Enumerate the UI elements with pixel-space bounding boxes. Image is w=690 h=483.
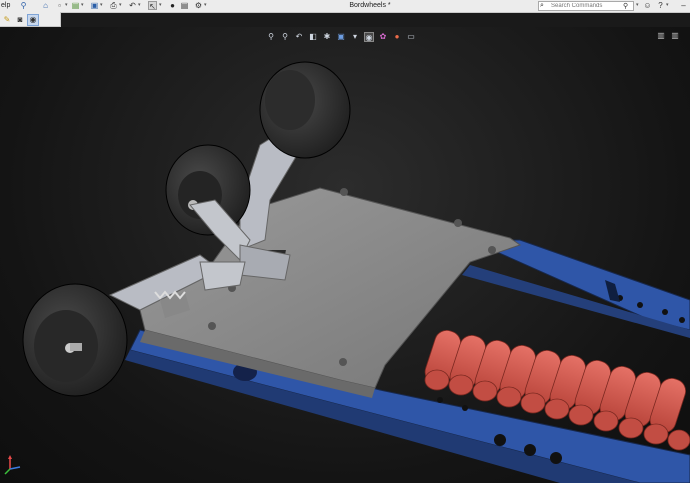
frame-right-rail (462, 239, 690, 338)
hide-show-icon[interactable]: ◉ (364, 32, 374, 42)
viewport-controls: ▥ ▥ (657, 31, 679, 40)
save-icon[interactable]: ▣ (90, 1, 99, 10)
title-bar: elp ⚲ ⌂ ▫ ▾ ▤ ▾ ▣ ▾ ⎙ ▾ ↶ ▾ ↖ ▾ ● ▤ ⚙ ▾ … (0, 0, 690, 13)
maximize-icon[interactable]: ▥ (671, 31, 679, 40)
chevron-down-icon[interactable]: ▾ (159, 2, 162, 8)
secondary-toolbar: ✎ ◙ ◉ (0, 12, 61, 27)
pin-icon[interactable]: ⚲ (19, 1, 28, 10)
view-settings-icon[interactable]: ▭ (406, 32, 416, 42)
cad-model[interactable] (0, 27, 690, 483)
view-orientation-icon[interactable]: ▣ (336, 32, 346, 42)
user-icon[interactable]: ☺ (643, 1, 652, 10)
traffic-light-icon[interactable]: ● (168, 1, 177, 10)
section-view-icon[interactable]: ◧ (308, 32, 318, 42)
menu-help-fragment[interactable]: elp (1, 2, 10, 9)
search-box[interactable]: ⌕ ⚲ (538, 1, 634, 11)
zoom-area-icon[interactable]: ⚲ (280, 32, 290, 42)
home-icon[interactable]: ⌂ (41, 1, 50, 10)
graphics-viewport[interactable]: ⚲ ⚲ ↶ ◧ ✱ ▣ ▾ ◉ ✿ ● ▭ ▥ ▥ (0, 27, 690, 483)
heads-up-view-toolbar: ⚲ ⚲ ↶ ◧ ✱ ▣ ▾ ◉ ✿ ● ▭ (266, 31, 416, 43)
chevron-down-icon[interactable]: ▾ (65, 2, 68, 8)
dynamic-annotation-icon[interactable]: ✱ (322, 32, 332, 42)
window-title: Bordwheels * (349, 2, 391, 9)
command-search-icon[interactable]: ⌕ (540, 2, 544, 10)
display-style-icon[interactable]: ▾ (350, 32, 360, 42)
chevron-down-icon[interactable]: ▾ (100, 2, 103, 8)
chevron-down-icon[interactable]: ▾ (636, 2, 639, 8)
scene-icon[interactable]: ● (392, 32, 402, 42)
search-input[interactable] (551, 2, 621, 10)
minimize-icon[interactable]: – (679, 1, 688, 10)
camera-icon[interactable]: ◙ (14, 14, 26, 26)
chevron-down-icon[interactable]: ▾ (666, 2, 669, 8)
rear-wheel-far (259, 61, 351, 159)
options-icon[interactable]: ⚙ (194, 1, 203, 10)
front-wheel (22, 283, 128, 397)
coordinate-triad (4, 455, 21, 475)
chevron-down-icon[interactable]: ▾ (138, 2, 141, 8)
new-icon[interactable]: ▫ (55, 1, 64, 10)
select-icon[interactable]: ↖ (148, 1, 157, 11)
chevron-down-icon[interactable]: ▾ (81, 2, 84, 8)
appearance-icon[interactable]: ◉ (27, 14, 39, 26)
rebuild-icon[interactable]: ▤ (180, 1, 189, 10)
sketch-icon[interactable]: ✎ (1, 14, 13, 26)
help-icon[interactable]: ? (656, 1, 665, 10)
edit-appearance-icon[interactable]: ✿ (378, 32, 388, 42)
undo-icon[interactable]: ↶ (128, 1, 137, 10)
zoom-fit-icon[interactable]: ⚲ (266, 32, 276, 42)
tile-icon[interactable]: ▥ (657, 31, 665, 40)
print-icon[interactable]: ⎙ (109, 1, 118, 10)
chevron-down-icon[interactable]: ▾ (204, 2, 207, 8)
previous-view-icon[interactable]: ↶ (294, 32, 304, 42)
open-icon[interactable]: ▤ (71, 1, 80, 10)
chevron-down-icon[interactable]: ▾ (119, 2, 122, 8)
search-icon[interactable]: ⚲ (623, 2, 628, 10)
